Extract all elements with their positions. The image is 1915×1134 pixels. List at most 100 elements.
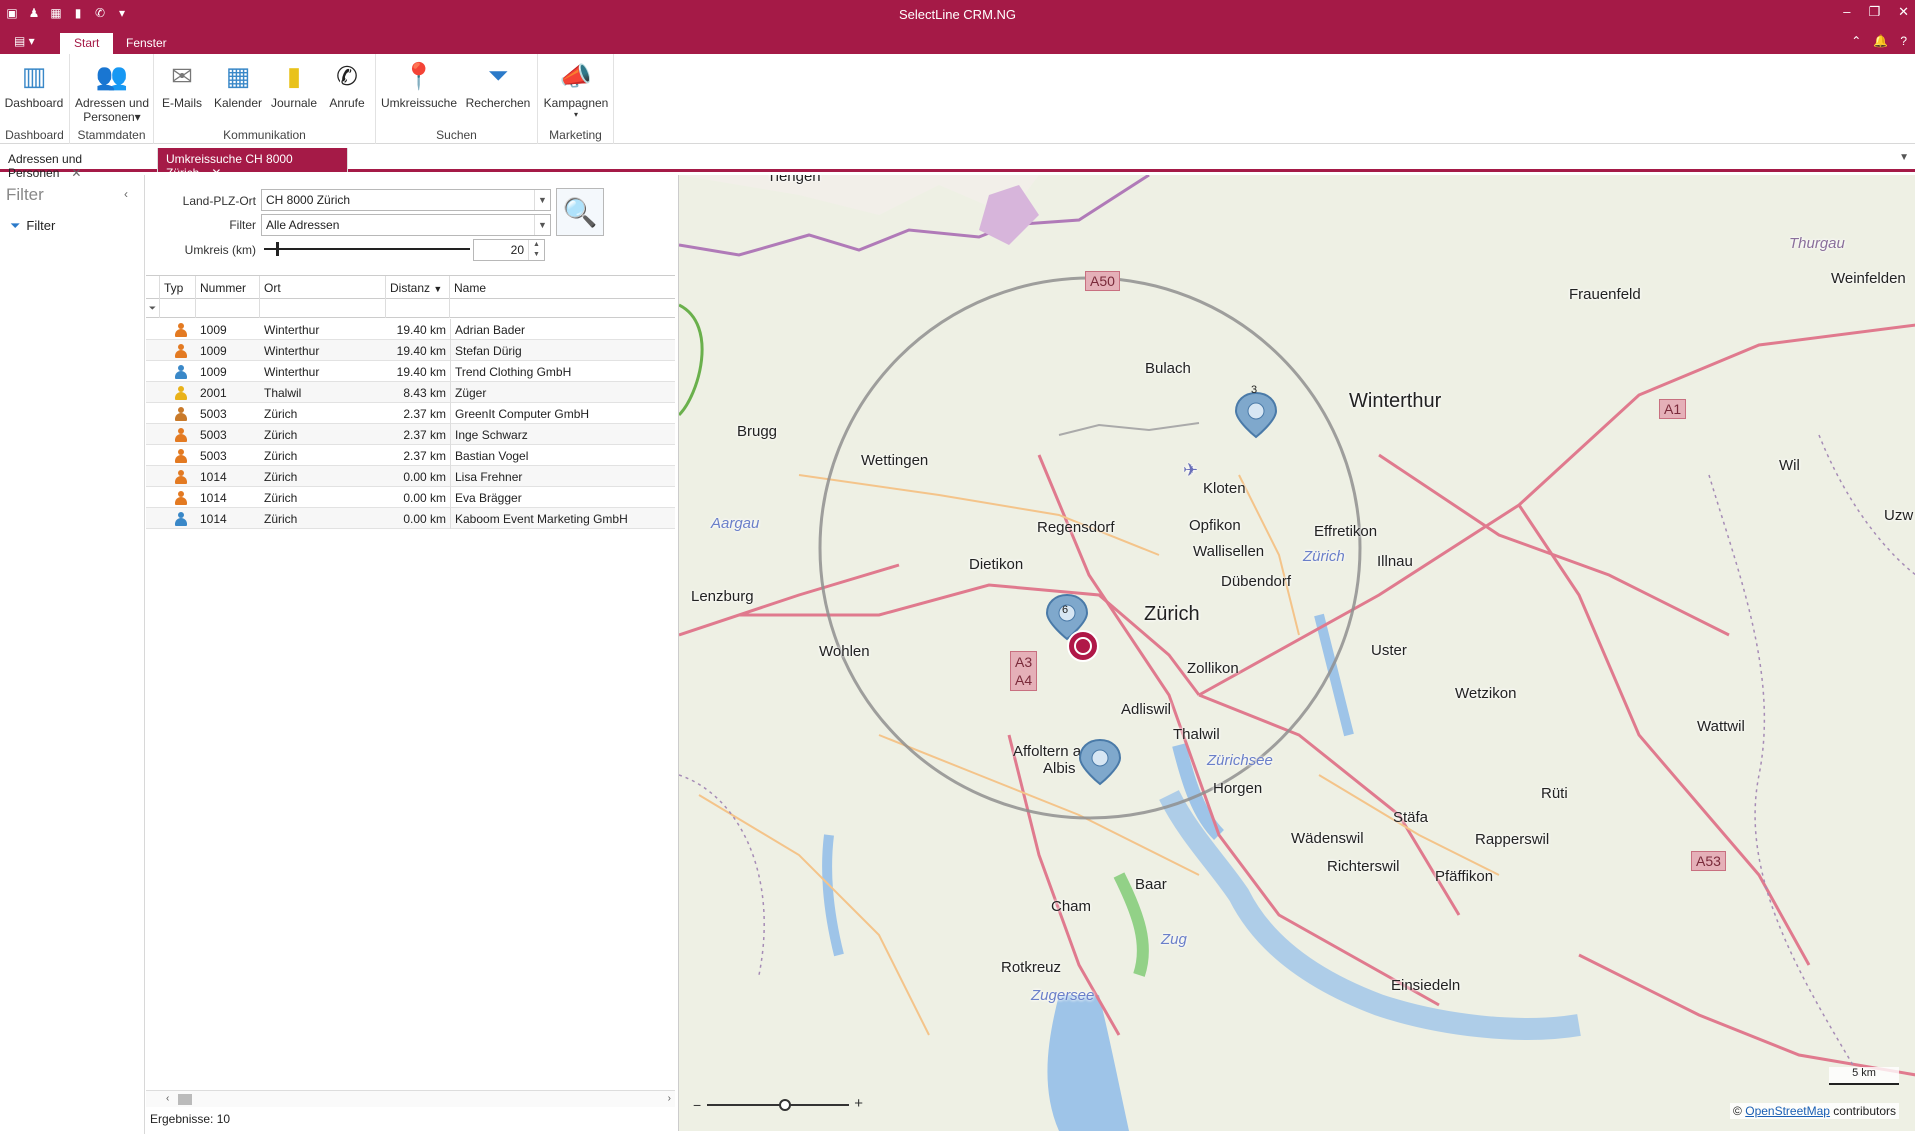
anrufe-label: Anrufe — [329, 96, 365, 110]
anrufe-button[interactable]: ✆ Anrufe — [322, 58, 372, 111]
kampagnen-button[interactable]: 📣 Kampagnen ▾ — [542, 58, 610, 120]
cell-name: Züger — [450, 382, 675, 403]
tab-fenster[interactable]: Fenster — [112, 33, 181, 54]
person-icon — [174, 470, 188, 484]
tab-start[interactable]: Start — [60, 33, 114, 54]
scroll-thumb[interactable] — [178, 1094, 192, 1105]
filter-combo[interactable]: Alle Adressen ▼ — [261, 214, 551, 236]
filter-cell-typ[interactable] — [160, 299, 196, 318]
row-type-icon — [160, 487, 196, 508]
table-row[interactable]: 5003 Zürich 2.37 km GreenIt Computer GmbH — [146, 403, 675, 424]
table-row[interactable]: 2001 Thalwil 8.43 km Züger — [146, 382, 675, 403]
filter-cell-nummer[interactable] — [196, 299, 260, 318]
umkreissuche-button[interactable]: 📍 Umkreissuche — [378, 58, 460, 111]
adressen-personen-button[interactable]: 👥 Adressen und Personen▾ — [74, 58, 150, 125]
dashboard-button[interactable]: ▥ Dashboard — [2, 58, 66, 111]
land-plz-ort-combo[interactable]: CH 8000 Zürich ▼ — [261, 189, 551, 211]
zoom-in-icon[interactable]: + — [854, 1095, 863, 1112]
zoom-handle[interactable] — [779, 1099, 791, 1111]
header-nummer[interactable]: Nummer — [196, 276, 260, 299]
cell-ort: Zürich — [264, 407, 298, 421]
scroll-right-icon[interactable]: › — [668, 1093, 671, 1104]
umkreis-slider[interactable] — [264, 239, 470, 259]
doc-tab-adressen[interactable]: Adressen und Personen ✕ — [0, 148, 158, 180]
map-label-rapperswil: Rapperswil — [1475, 831, 1550, 848]
spinner-arrows-icon[interactable]: ▲ ▼ — [528, 240, 544, 260]
map-scale-bar: 5 km — [1829, 1067, 1899, 1085]
map-label-richterswil: Richterswil — [1327, 858, 1400, 875]
map-label-pfaffikon: Pfäffikon — [1435, 868, 1494, 885]
tab-list-dropdown-icon[interactable]: ▼ — [1899, 152, 1909, 163]
cell-distanz: 0.00 km — [403, 470, 446, 484]
recherchen-button[interactable]: ⏷ Recherchen — [462, 58, 534, 110]
map-label-tiengen: Tiengen — [767, 175, 821, 185]
search-button[interactable]: 🔍 — [556, 188, 604, 236]
openstreetmap-link[interactable]: OpenStreetMap — [1745, 1104, 1830, 1118]
kalender-label: Kalender — [213, 96, 263, 110]
phone-icon: ✆ — [336, 60, 358, 91]
journale-label: Journale — [270, 96, 318, 110]
table-row[interactable]: 1014 Zürich 0.00 km Lisa Frehner — [146, 466, 675, 487]
notification-bell-icon[interactable]: 🔔 — [1873, 34, 1888, 48]
row-type-icon — [160, 466, 196, 487]
map-label-bulach: Bulach — [1145, 360, 1191, 377]
table-row[interactable]: 1014 Zürich 0.00 km Kaboom Event Marketing … — [146, 508, 675, 529]
filter-item[interactable]: ⏷ Filter — [10, 218, 55, 234]
zoom-control[interactable]: − + — [693, 1095, 863, 1113]
journal-icon: ▮ — [286, 60, 302, 91]
close-icon[interactable]: ✕ — [1898, 4, 1909, 20]
header-typ[interactable]: Typ — [160, 276, 196, 299]
help-icon[interactable]: ? — [1900, 34, 1907, 48]
dashboard-icon: ▥ — [21, 60, 47, 91]
minimize-icon[interactable]: – — [1843, 4, 1850, 20]
chevron-down-icon[interactable]: ▼ — [534, 215, 550, 235]
envelope-icon: ✉ — [171, 60, 193, 91]
slider-thumb[interactable] — [276, 242, 279, 256]
map-view[interactable]: Tiengen Thurgau Weinfelden Frauenfeld Bu… — [678, 175, 1915, 1131]
cell-name: Lisa Frehner — [450, 466, 675, 487]
map-label-winterthur: Winterthur — [1349, 390, 1442, 412]
cell-distanz: 19.40 km — [396, 323, 446, 337]
emails-button[interactable]: ✉ E-Mails — [158, 58, 206, 111]
table-row[interactable]: 5003 Zürich 2.37 km Inge Schwarz — [146, 424, 675, 445]
company-icon — [174, 512, 188, 526]
filter-cell-name[interactable] — [450, 299, 675, 318]
cell-distanz: 19.40 km — [396, 365, 446, 379]
table-row[interactable]: 1009 Winterthur 19.40 km Stefan Dürig — [146, 340, 675, 361]
restore-icon[interactable]: ❐ — [1868, 4, 1880, 20]
table-row[interactable]: 1009 Winterthur 19.40 km Adrian Bader — [146, 319, 675, 340]
filter-cell-ort[interactable] — [260, 299, 386, 318]
doc-tab-umkreissuche[interactable]: Umkreissuche CH 8000 Zürich ✕ — [158, 148, 348, 180]
kalender-button[interactable]: ▦ Kalender — [210, 58, 266, 111]
person-icon — [174, 344, 188, 358]
map-label-regensdorf: Regensdorf — [1037, 519, 1115, 536]
app-menu-button[interactable]: ▤ ▾ — [14, 34, 35, 48]
header-distanz[interactable]: Distanz ▼ — [386, 276, 450, 299]
chevron-down-icon[interactable]: ▼ — [534, 190, 550, 210]
table-row[interactable]: 1009 Winterthur 19.40 km Trend Clothing Gmb… — [146, 361, 675, 382]
cell-ort: Thalwil — [264, 386, 302, 400]
grid-horizontal-scrollbar[interactable]: ‹ › — [146, 1090, 675, 1107]
cell-distanz: 2.37 km — [403, 407, 446, 421]
filter-item-label: Filter — [26, 218, 56, 233]
collapse-pane-icon[interactable]: ‹ — [124, 187, 128, 201]
collapse-ribbon-icon[interactable]: ⌃ — [1851, 34, 1861, 48]
header-ort[interactable]: Ort — [260, 276, 386, 299]
header-name[interactable]: Name — [450, 276, 675, 299]
ergebnisse-count: 10 — [216, 1112, 231, 1126]
table-row[interactable]: 1014 Zürich 0.00 km Eva Brägger — [146, 487, 675, 508]
cell-name: Bastian Vogel — [450, 445, 675, 466]
journale-button[interactable]: ▮ Journale — [268, 58, 320, 111]
adressen-label-2: Personen▾ — [83, 110, 141, 124]
filter-cell-distanz[interactable] — [386, 299, 450, 318]
umkreis-spinner[interactable]: 20 ▲ ▼ — [473, 239, 545, 261]
table-row[interactable]: 5003 Zürich 2.37 km Bastian Vogel — [146, 445, 675, 466]
scroll-left-icon[interactable]: ‹ — [166, 1093, 169, 1104]
results-grid: Typ Nummer Ort Distanz ▼ Name ⏷ 1009 Wint… — [146, 275, 675, 1085]
umkreis-label: Umkreis (km) — [184, 243, 256, 257]
zoom-out-icon[interactable]: − — [693, 1097, 701, 1113]
map-label-uzw: Uzw — [1884, 507, 1914, 524]
cell-nummer: 5003 — [200, 407, 227, 421]
map-label-uster: Uster — [1371, 642, 1407, 659]
umkreissuche-label: Umkreissuche — [380, 96, 458, 110]
